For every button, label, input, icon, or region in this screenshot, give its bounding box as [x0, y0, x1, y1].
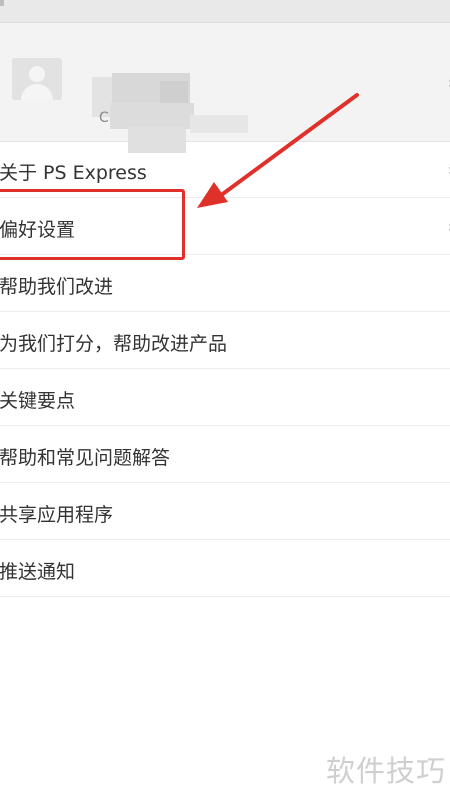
- settings-screen: C › 关于 PS Express › 偏好设置 › 帮助我们改进 为我们打分，…: [0, 0, 450, 801]
- annotation-arrow-icon: [197, 93, 359, 208]
- watermark: 软件技巧: [325, 754, 446, 788]
